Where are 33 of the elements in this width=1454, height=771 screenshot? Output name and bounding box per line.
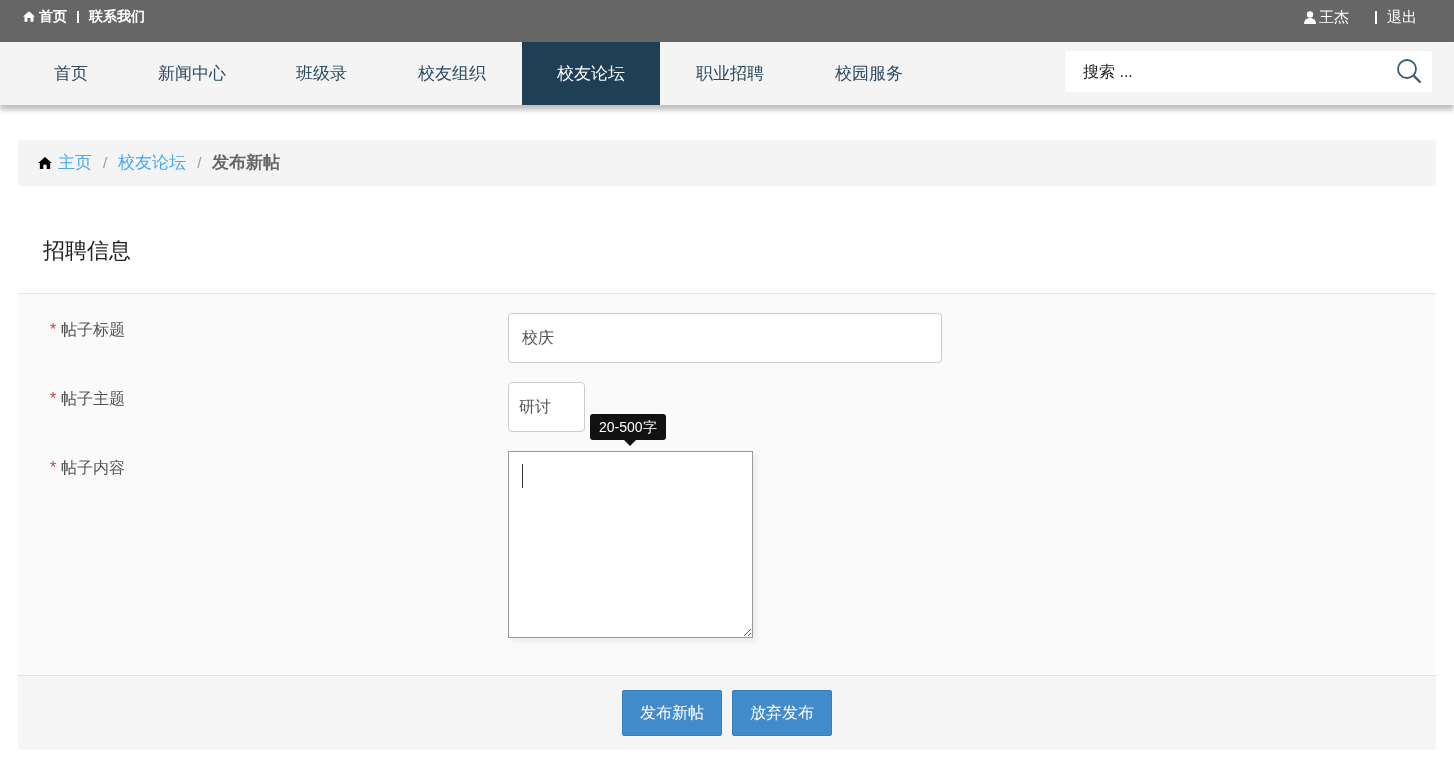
home-icon <box>23 11 35 22</box>
nav-tab[interactable]: 校园服务 <box>800 42 938 105</box>
title-input[interactable]: 校庆 <box>508 313 942 363</box>
topic-input[interactable]: 研讨 <box>508 382 585 432</box>
tooltip: 20-500字 <box>590 414 666 440</box>
logout-link[interactable]: 退出 <box>1387 6 1417 29</box>
field-label: 帖子标题 <box>61 320 126 340</box>
tooltip-arrow-icon <box>624 440 636 446</box>
nav-tab[interactable]: 首页 <box>18 42 123 105</box>
form-title: 招聘信息 <box>43 237 132 265</box>
breadcrumb-separator: / <box>197 152 202 173</box>
user-link[interactable]: 王杰 <box>1304 6 1349 29</box>
required-asterisk: * <box>50 320 57 340</box>
breadcrumb-current: 发布新帖 <box>212 152 281 175</box>
top-link[interactable]: 联系我们 <box>89 6 145 27</box>
top-link[interactable]: 首页 <box>23 6 67 27</box>
nav-tab[interactable]: 职业招聘 <box>660 42 800 105</box>
user-icon <box>1304 10 1316 24</box>
nav-tab[interactable]: 班级录 <box>261 42 382 105</box>
field-label: 帖子内容 <box>61 458 126 478</box>
required-asterisk: * <box>50 389 57 409</box>
form-button[interactable]: 发布新帖 <box>622 690 722 736</box>
home-icon <box>38 157 52 169</box>
field-label: 帖子主题 <box>61 389 126 409</box>
nav-tab[interactable]: 校友论坛 <box>522 42 660 105</box>
nav-tab[interactable]: 新闻中心 <box>123 42 261 105</box>
form-button[interactable]: 放弃发布 <box>732 690 832 736</box>
breadcrumb-separator: / <box>103 152 108 173</box>
search-field[interactable]: 搜索 ... <box>1065 51 1432 92</box>
required-asterisk: * <box>50 458 57 478</box>
text-cursor <box>522 464 523 488</box>
search-icon[interactable] <box>1396 58 1422 84</box>
nav-tab[interactable]: 校友组织 <box>382 42 522 105</box>
